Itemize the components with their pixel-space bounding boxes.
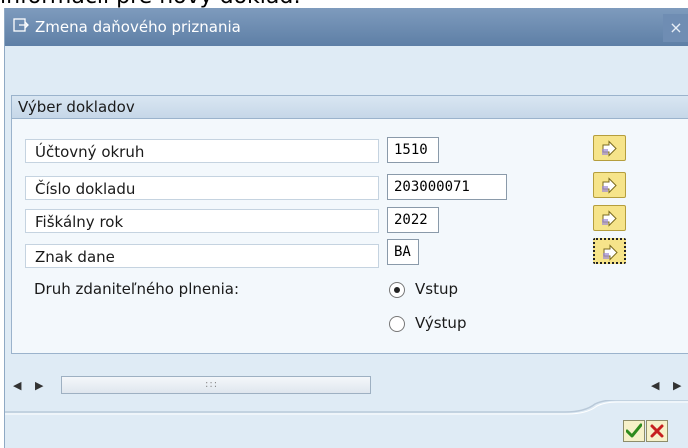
document-number-label-row: Číslo dokladu [25,176,379,200]
cross-icon [650,424,664,438]
scroll-thumb[interactable]: ::: [61,376,371,394]
supply-type-label: Druh zdaniteľného plnenia: [34,280,240,298]
tax-code-label-row: Znak dane [25,244,379,268]
horizontal-scrollbar[interactable]: ◀ ▶ ::: ◀ ▶ [5,376,688,396]
dialog-footer [5,400,688,448]
window-icon [13,18,29,32]
scroll-right-icon[interactable]: ▶ [35,379,43,392]
arrow-right-icon [602,140,617,157]
company-code-label: Účtovný okruh [35,143,145,161]
document-selection-group: Výber dokladov Účtovný okruh 1510 Číslo … [11,95,688,354]
fiscal-year-input[interactable]: 2022 [387,207,439,233]
grip-icon: ::: [205,379,219,390]
tax-code-label: Znak dane [35,248,115,266]
scroll-left-icon-right-pane[interactable]: ◀ [651,379,659,392]
fiscal-year-label: Fiškálny rok [35,213,124,231]
scroll-right-icon-right-pane[interactable]: ▶ [673,379,681,392]
document-number-label: Číslo dokladu [35,180,136,198]
ok-button[interactable] [623,420,645,442]
tax-code-arrow-button[interactable] [593,238,626,264]
checkmark-icon [626,423,642,438]
tax-code-input[interactable]: BA [387,239,419,265]
close-button[interactable]: × [663,14,688,42]
document-number-input[interactable]: 203000071 [387,174,507,200]
radio-input-option[interactable] [389,282,405,298]
fiscal-year-arrow-button[interactable] [593,205,626,231]
group-title: Výber dokladov [18,98,135,116]
window-title: Zmena daňového priznania [35,18,241,36]
close-icon: × [669,18,683,37]
group-header: Výber dokladov [12,96,688,119]
arrow-right-icon [602,177,617,194]
company-code-arrow-button[interactable] [593,135,626,161]
arrow-right-icon [602,210,617,227]
footer-decoration [5,400,688,415]
radio-input-label: Vstup [415,280,458,298]
dialog-window: Zmena daňového priznania × Výber doklado… [4,8,688,448]
arrow-right-icon [603,244,618,261]
title-bar: Zmena daňového priznania × [5,8,688,46]
document-number-arrow-button[interactable] [593,172,626,198]
company-code-label-row: Účtovný okruh [25,139,379,163]
cancel-button[interactable] [646,420,668,442]
radio-output-label: Výstup [415,314,467,332]
scroll-left-icon[interactable]: ◀ [13,379,21,392]
company-code-input[interactable]: 1510 [387,137,439,163]
radio-output-option[interactable] [389,316,405,332]
fiscal-year-label-row: Fiškálny rok [25,209,379,233]
